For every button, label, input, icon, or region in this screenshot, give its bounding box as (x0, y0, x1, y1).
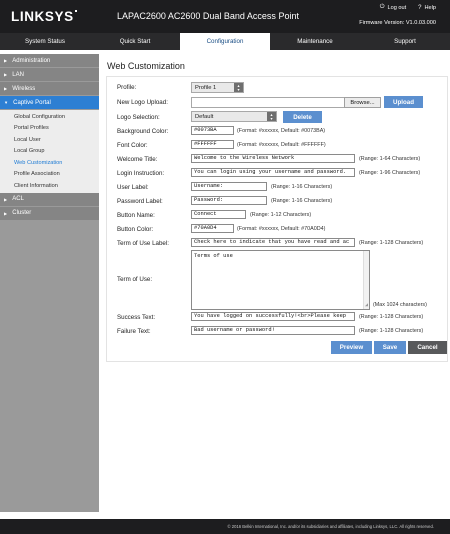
tab-quick-start[interactable]: Quick Start (90, 33, 180, 50)
power-icon: ⏻ (379, 4, 385, 10)
failure-text-hint: (Range: 1-128 Characters) (359, 328, 424, 334)
delete-button[interactable]: Delete (283, 111, 322, 123)
user-label-input[interactable]: Username: (191, 182, 267, 191)
upload-button[interactable]: Upload (384, 96, 423, 108)
chevron-right-icon: ▶ (4, 72, 8, 77)
captive-portal-submenu: Global Configuration Portal Profiles Loc… (0, 110, 99, 193)
copyright-text: © 2016 Belkin International, Inc. and/or… (227, 524, 434, 529)
login-instruction-label: Login Instruction: (117, 170, 165, 177)
background-color-label: Background Color: (117, 128, 169, 135)
font-color-input[interactable]: #FFFFFF (191, 140, 234, 149)
product-name: LAPAC2600 AC2600 Dual Band Access Point (117, 11, 299, 21)
linksys-logo: LINKSYS (11, 9, 77, 24)
sidebar-group-wireless[interactable]: ▶ Wireless (0, 82, 99, 95)
browse-button[interactable]: Browse... (344, 97, 381, 108)
select-arrow-icon: ▲ ▼ (267, 112, 276, 121)
firmware-version: Firmware Version: V1.0.03.000 (359, 20, 436, 26)
font-color-label: Font Color: (117, 142, 148, 149)
chevron-down-icon: ▼ (4, 100, 9, 105)
preview-button[interactable]: Preview (331, 341, 372, 354)
user-label-label: User Label: (117, 184, 149, 191)
cancel-button[interactable]: Cancel (408, 341, 447, 354)
help-link[interactable]: ? Help (418, 4, 436, 11)
tab-system-status[interactable]: System Status (0, 33, 90, 50)
chevron-right-icon: ▶ (4, 58, 8, 63)
logout-link[interactable]: ⏻ Log out (380, 4, 406, 11)
sidebar-item-profile-association[interactable]: Profile Association (0, 169, 99, 181)
textarea-scrollbar[interactable] (363, 251, 369, 309)
term-of-use-hint: (Max 1024 characters) (373, 302, 427, 308)
tab-configuration[interactable]: Configuration (180, 33, 270, 50)
user-label-hint: (Range: 1-16 Characters) (271, 184, 333, 190)
sidebar: ▶ Administration ▶ LAN ▶ Wireless ▼ Captive … (0, 54, 99, 512)
term-of-use-label-input[interactable]: Check here to indicate that you have rea… (191, 238, 355, 247)
resize-grip-icon[interactable]: ◢ (365, 302, 368, 308)
sidebar-group-cluster[interactable]: ▶ Cluster (0, 206, 99, 220)
tab-support[interactable]: Support (360, 33, 450, 50)
app-header: LINKSYS LAPAC2600 AC2600 Dual Band Acces… (0, 0, 450, 33)
welcome-title-input[interactable]: Welcome to the Wireless Network (191, 154, 355, 163)
sidebar-item-client-information[interactable]: Client Information (0, 180, 99, 192)
sidebar-item-portal-profiles[interactable]: Portal Profiles (0, 123, 99, 135)
sidebar-group-captive-portal[interactable]: ▼ Captive Portal (0, 96, 99, 109)
failure-text-label: Failure Text: (117, 328, 151, 335)
help-icon: ? (418, 4, 422, 11)
failure-text-input[interactable]: Bad username or password! (191, 326, 355, 335)
sidebar-item-global-configuration[interactable]: Global Configuration (0, 111, 99, 123)
chevron-right-icon: ▶ (4, 196, 8, 202)
success-text-label: Success Text: (117, 314, 156, 321)
login-instruction-hint: (Range: 1-96 Characters) (359, 170, 421, 176)
success-text-input[interactable]: You have logged on successfully!<br>Plea… (191, 312, 355, 321)
chevron-right-icon: ▶ (4, 210, 8, 216)
profile-select[interactable]: Profile 1 ▲ ▼ (191, 82, 244, 93)
button-color-label: Button Color: (117, 226, 154, 233)
button-name-hint: (Range: 1-12 Characters) (250, 212, 312, 218)
login-instruction-input[interactable]: You can login using your username and pa… (191, 168, 355, 177)
logo-selection-label: Logo Selection: (117, 114, 160, 121)
background-color-input[interactable]: #0073BA (191, 126, 234, 135)
page-title: Web Customization (107, 61, 185, 71)
sidebar-item-web-customization[interactable]: Web Customization (0, 157, 99, 169)
welcome-title-hint: (Range: 1-64 Characters) (359, 156, 421, 162)
button-color-input[interactable]: #70A0D4 (191, 224, 234, 233)
sidebar-group-lan[interactable]: ▶ LAN (0, 68, 99, 81)
sidebar-item-local-user[interactable]: Local User (0, 134, 99, 146)
logo-selection-select[interactable]: Default ▲ ▼ (191, 111, 277, 122)
save-button[interactable]: Save (374, 341, 406, 354)
main-nav: System Status Quick Start Configuration … (0, 33, 450, 50)
profile-label: Profile: (117, 84, 137, 91)
success-text-hint: (Range: 1-128 Characters) (359, 314, 424, 320)
sidebar-item-local-group[interactable]: Local Group (0, 146, 99, 158)
term-of-use-label: Term of Use: (117, 276, 153, 283)
term-of-use-label-label: Term of Use Label: (117, 240, 169, 247)
password-label-label: Password Label: (117, 198, 163, 205)
term-of-use-textarea[interactable]: Terms of use ◢ (191, 250, 370, 310)
welcome-title-label: Welcome Title: (117, 156, 158, 163)
tab-maintenance[interactable]: Maintenance (270, 33, 360, 50)
chevron-right-icon: ▶ (4, 86, 8, 91)
term-of-use-label-hint: (Range: 1-128 Characters) (359, 240, 424, 246)
select-arrow-icon: ▲ ▼ (234, 83, 243, 92)
password-label-hint: (Range: 1-16 Characters) (271, 198, 333, 204)
header-links: ⏻ Log out ? Help (380, 4, 436, 11)
footer: © 2016 Belkin International, Inc. and/or… (0, 519, 450, 534)
font-color-hint: (Format: #xxxxxx, Default: #FFFFFF) (237, 142, 326, 148)
password-label-input[interactable]: Password: (191, 196, 267, 205)
button-name-input[interactable]: Connect (191, 210, 246, 219)
new-logo-upload-label: New Logo Upload: (117, 99, 168, 106)
background-color-hint: (Format: #xxxxxx, Default: #0073BA) (237, 128, 326, 134)
sidebar-group-administration[interactable]: ▶ Administration (0, 54, 99, 67)
button-name-label: Button Name: (117, 212, 155, 219)
button-color-hint: (Format: #xxxxxx, Default: #70A0D4) (237, 226, 326, 232)
sidebar-group-acl[interactable]: ▶ ACL (0, 192, 99, 206)
